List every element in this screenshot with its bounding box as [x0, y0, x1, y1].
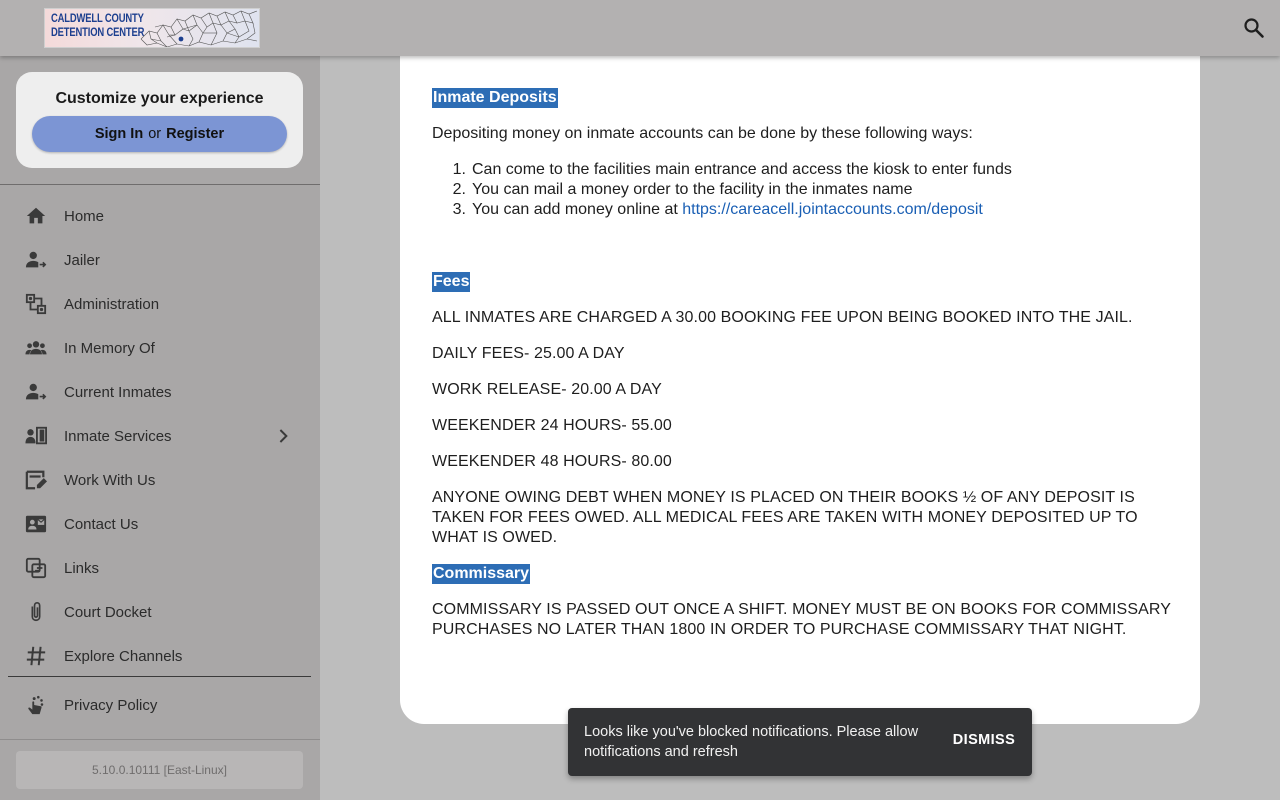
- weekender-24-text: WEEKENDER 24 HOURS- 55.00: [432, 417, 672, 434]
- sidebar-item-court-docket[interactable]: Court Docket: [0, 590, 320, 634]
- person-panel-icon: [24, 424, 48, 448]
- list-item: 1. Can come to the facilities main entran…: [432, 160, 1012, 180]
- customize-title: Customize your experience: [55, 90, 264, 107]
- register-label: Register: [166, 126, 225, 142]
- customize-card: Customize your experience Sign In or Reg…: [16, 72, 303, 168]
- deposits-intro: Depositing money on inmate accounts can …: [432, 125, 973, 142]
- commissary-text: COMMISSARY IS PASSED OUT ONCE A SHIFT. M…: [432, 601, 1172, 638]
- sidebar-footer-divider: [0, 739, 320, 740]
- notification-snackbar: Looks like you've blocked notifications.…: [568, 708, 1032, 776]
- sidebar-item-label: Home: [64, 207, 105, 225]
- sidebar-item-label: Contact Us: [64, 515, 139, 533]
- sidebar-item-explore-channels[interactable]: Explore Channels: [0, 634, 320, 678]
- sidebar-item-links[interactable]: Links: [0, 546, 320, 590]
- sidebar-item-home[interactable]: Home: [0, 194, 320, 238]
- section-heading-fees: Fees: [432, 272, 471, 292]
- list-text: You can mail a money order to the facili…: [472, 181, 913, 198]
- sign-in-label: Sign In: [94, 126, 144, 142]
- commissary-heading: Commissary: [432, 564, 531, 584]
- version-label: 5.10.0.10111 [East-Linux]: [16, 751, 303, 789]
- sidebar-item-label: Explore Channels: [64, 647, 183, 665]
- person-arrow-icon: [24, 248, 48, 272]
- daily-fees-text: DAILY FEES- 25.00 A DAY: [432, 345, 625, 362]
- sidebar-item-in-memory-of[interactable]: In Memory Of: [0, 326, 320, 370]
- link-copy-icon: [24, 556, 48, 580]
- sidebar-divider: [0, 184, 320, 185]
- section-heading-inmate-deposits: Inmate Deposits: [432, 88, 558, 108]
- weekender-48-text: WEEKENDER 48 HOURS- 80.00: [432, 453, 672, 470]
- contact-mail-icon: [24, 512, 48, 536]
- sidebar-item-privacy-policy[interactable]: Privacy Policy: [0, 683, 320, 727]
- sidebar-item-contact-us[interactable]: Contact Us: [0, 502, 320, 546]
- county-marker: [178, 36, 184, 42]
- list-number: 3.: [452, 201, 466, 218]
- hashtag-icon: [24, 644, 48, 668]
- chevron-right-icon: [279, 429, 288, 443]
- list-item: 3. You can add money online at https://ca…: [432, 200, 983, 220]
- person-arrow-icon: [24, 380, 48, 404]
- list-text: Can come to the facilities main entrance…: [472, 161, 1012, 178]
- list-text: You can add money online at: [472, 201, 683, 218]
- search-button[interactable]: [1240, 14, 1268, 42]
- fees-heading: Fees: [432, 272, 471, 292]
- sidebar-navigation: Customize your experience Sign In or Reg…: [0, 56, 320, 800]
- sidebar-item-label: Court Docket: [64, 603, 152, 621]
- work-release-text: WORK RELEASE- 20.00 A DAY: [432, 381, 662, 398]
- county-map-graphic: [140, 10, 258, 47]
- dismiss-button[interactable]: DISMISS: [946, 732, 1022, 754]
- deposit-link[interactable]: https://careacell.jointaccounts.com/depo…: [682, 201, 983, 218]
- sidebar-item-label: Current Inmates: [64, 383, 172, 401]
- sidebar-item-label: Privacy Policy: [64, 696, 158, 714]
- section-heading-commissary: Commissary: [432, 564, 531, 584]
- sidebar-item-label: Jailer: [64, 251, 100, 269]
- list-number: 1.: [452, 161, 466, 178]
- content-card: Inmate Deposits Depositing money on inma…: [400, 56, 1200, 724]
- booking-fee-text: ALL INMATES ARE CHARGED A 30.00 BOOKING …: [432, 309, 1133, 326]
- sidebar-item-label: In Memory Of: [64, 339, 155, 357]
- sidebar-item-label: Administration: [64, 295, 160, 313]
- sidebar-divider: [8, 676, 311, 677]
- or-label: or: [148, 126, 162, 142]
- list-number: 2.: [452, 181, 466, 198]
- debt-text: ANYONE OWING DEBT WHEN MONEY IS PLACED O…: [432, 489, 1138, 546]
- sidebar-item-label: Work With Us: [64, 471, 156, 489]
- sidebar-item-administration[interactable]: Administration: [0, 282, 320, 326]
- logo-text: CALDWELL COUNTY DETENTION CENTER: [51, 13, 145, 39]
- sidebar-item-inmate-services[interactable]: Inmate Services: [0, 414, 320, 458]
- sidebar-item-label: Inmate Services: [64, 427, 172, 445]
- home-icon: [24, 204, 48, 228]
- list-item: 2. You can mail a money order to the faci…: [432, 180, 913, 200]
- caldwell-county-logo[interactable]: CALDWELL COUNTY DETENTION CENTER: [44, 8, 260, 48]
- account-tree-icon: [24, 292, 48, 316]
- edit-note-icon: [24, 468, 48, 492]
- snackbar-message: Looks like you've blocked notifications.…: [584, 724, 919, 760]
- sidebar-item-current-inmates[interactable]: Current Inmates: [0, 370, 320, 414]
- group-icon: [24, 336, 48, 360]
- touch-app-icon: [24, 693, 48, 717]
- sign-in-register-button[interactable]: Sign In or Register: [32, 116, 287, 152]
- sidebar-item-label: Links: [64, 559, 100, 577]
- sidebar-item-work-with-us[interactable]: Work With Us: [0, 458, 320, 502]
- top-app-bar: CALDWELL COUNTY DETENTION CENTER: [0, 0, 1280, 56]
- inmate-deposits-heading: Inmate Deposits: [432, 88, 558, 108]
- attachment-icon: [24, 600, 48, 624]
- search-icon: [1244, 18, 1264, 38]
- sidebar-item-jailer[interactable]: Jailer: [0, 238, 320, 282]
